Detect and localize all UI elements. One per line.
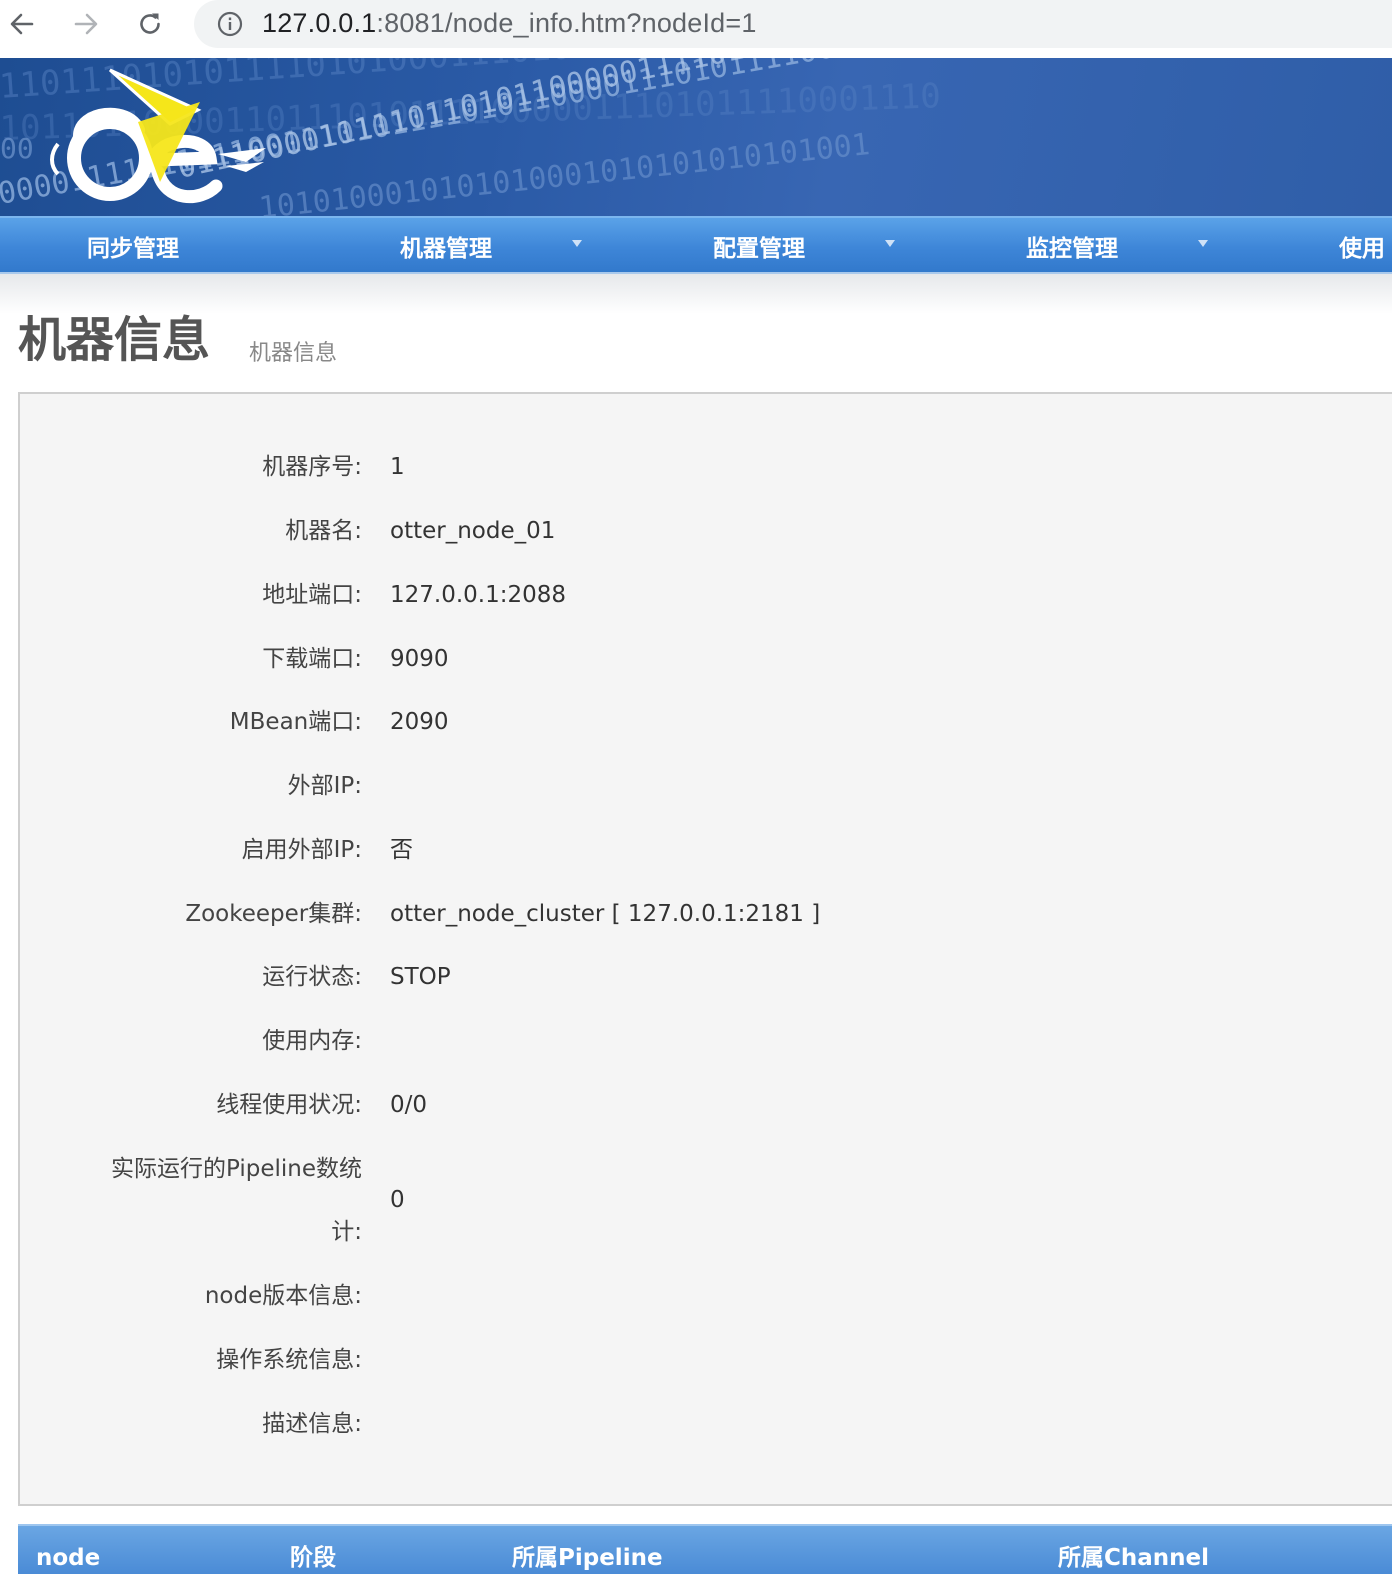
browser-toolbar: 127.0.0.1:8081/node_info.htm?nodeId=1 — [0, 0, 1392, 58]
chevron-down-icon — [572, 240, 582, 247]
field-value: 2090 — [390, 709, 449, 735]
chevron-down-icon — [1198, 240, 1208, 247]
url-host: 127.0.0.1 — [262, 8, 377, 38]
field-label: MBean端口: — [229, 709, 362, 735]
field-label: 机器序号: — [262, 454, 362, 480]
page-title: 机器信息 — [18, 312, 211, 368]
url-text[interactable]: 127.0.0.1:8081/node_info.htm?nodeId=1 — [262, 5, 757, 41]
page-subtitle: 机器信息 — [249, 341, 338, 366]
field-label: 线程使用状况: — [216, 1092, 362, 1118]
field-value: 否 — [390, 837, 413, 863]
forward-button[interactable] — [68, 6, 104, 42]
field-label: Zookeeper集群: — [185, 901, 362, 927]
menu-item-usage[interactable]: 使用 — [1339, 218, 1385, 274]
url-path: :8081/node_info.htm?nodeId=1 — [376, 8, 757, 38]
field-label: node版本信息: — [204, 1283, 362, 1309]
column-header-stage[interactable]: 阶段 — [290, 1540, 336, 1576]
svg-text:00: 00 — [0, 132, 34, 165]
arrow-right-icon — [74, 13, 98, 35]
column-header-node[interactable]: node — [36, 1540, 100, 1576]
field-label: 操作系统信息: — [216, 1347, 362, 1373]
field-value: 9090 — [390, 646, 449, 672]
field-label: 使用内存: — [262, 1028, 362, 1054]
column-header-pipeline[interactable]: 所属Pipeline — [512, 1540, 663, 1576]
reload-icon — [140, 13, 160, 34]
field-label: 地址端口: — [262, 582, 362, 608]
stage-table-header: node 阶段 所属Pipeline 所属Channel — [18, 1524, 1392, 1574]
otter-logo — [50, 68, 266, 204]
field-label: 运行状态: — [262, 964, 362, 990]
main-menu: 同步管理 机器管理 配置管理 监控管理 使用 — [0, 216, 1392, 274]
reload-button[interactable] — [132, 6, 168, 42]
menu-item-monitor[interactable]: 监控管理 — [1026, 218, 1118, 274]
field-value: 0 — [390, 1187, 405, 1213]
field-label: 启用外部IP: — [241, 837, 362, 863]
chevron-down-icon — [885, 240, 895, 247]
field-label: 下载端口: — [262, 646, 362, 672]
field-value: 1 — [390, 454, 405, 480]
field-value: STOP — [390, 964, 451, 990]
field-value: 127.0.0.1:2088 — [390, 582, 567, 608]
field-label: 描述信息: — [262, 1411, 362, 1437]
header-banner: 1101110101011110101000111010111101101001… — [0, 58, 1392, 216]
node-info-panel: 机器序号: 1 机器名: otter_node_01 地址端口: 127.0.0… — [18, 392, 1392, 1506]
back-button[interactable] — [4, 6, 40, 42]
address-bar[interactable]: 127.0.0.1:8081/node_info.htm?nodeId=1 — [194, 0, 1392, 48]
menu-item-sync[interactable]: 同步管理 — [87, 218, 179, 274]
menu-item-node[interactable]: 机器管理 — [400, 218, 492, 274]
field-value: 0/0 — [390, 1092, 428, 1118]
arrow-left-icon — [10, 13, 34, 35]
field-value: otter_node_01 — [390, 518, 556, 544]
field-label: 外部IP: — [287, 773, 362, 799]
info-icon[interactable] — [216, 10, 244, 38]
field-value: otter_node_cluster [ 127.0.0.1:2181 ] — [390, 901, 821, 927]
menu-item-config[interactable]: 配置管理 — [713, 218, 805, 274]
column-header-channel[interactable]: 所属Channel — [1058, 1540, 1209, 1576]
field-label: 机器名: — [285, 518, 362, 544]
field-label: 实际运行的Pipeline数统计: — [110, 1156, 362, 1245]
